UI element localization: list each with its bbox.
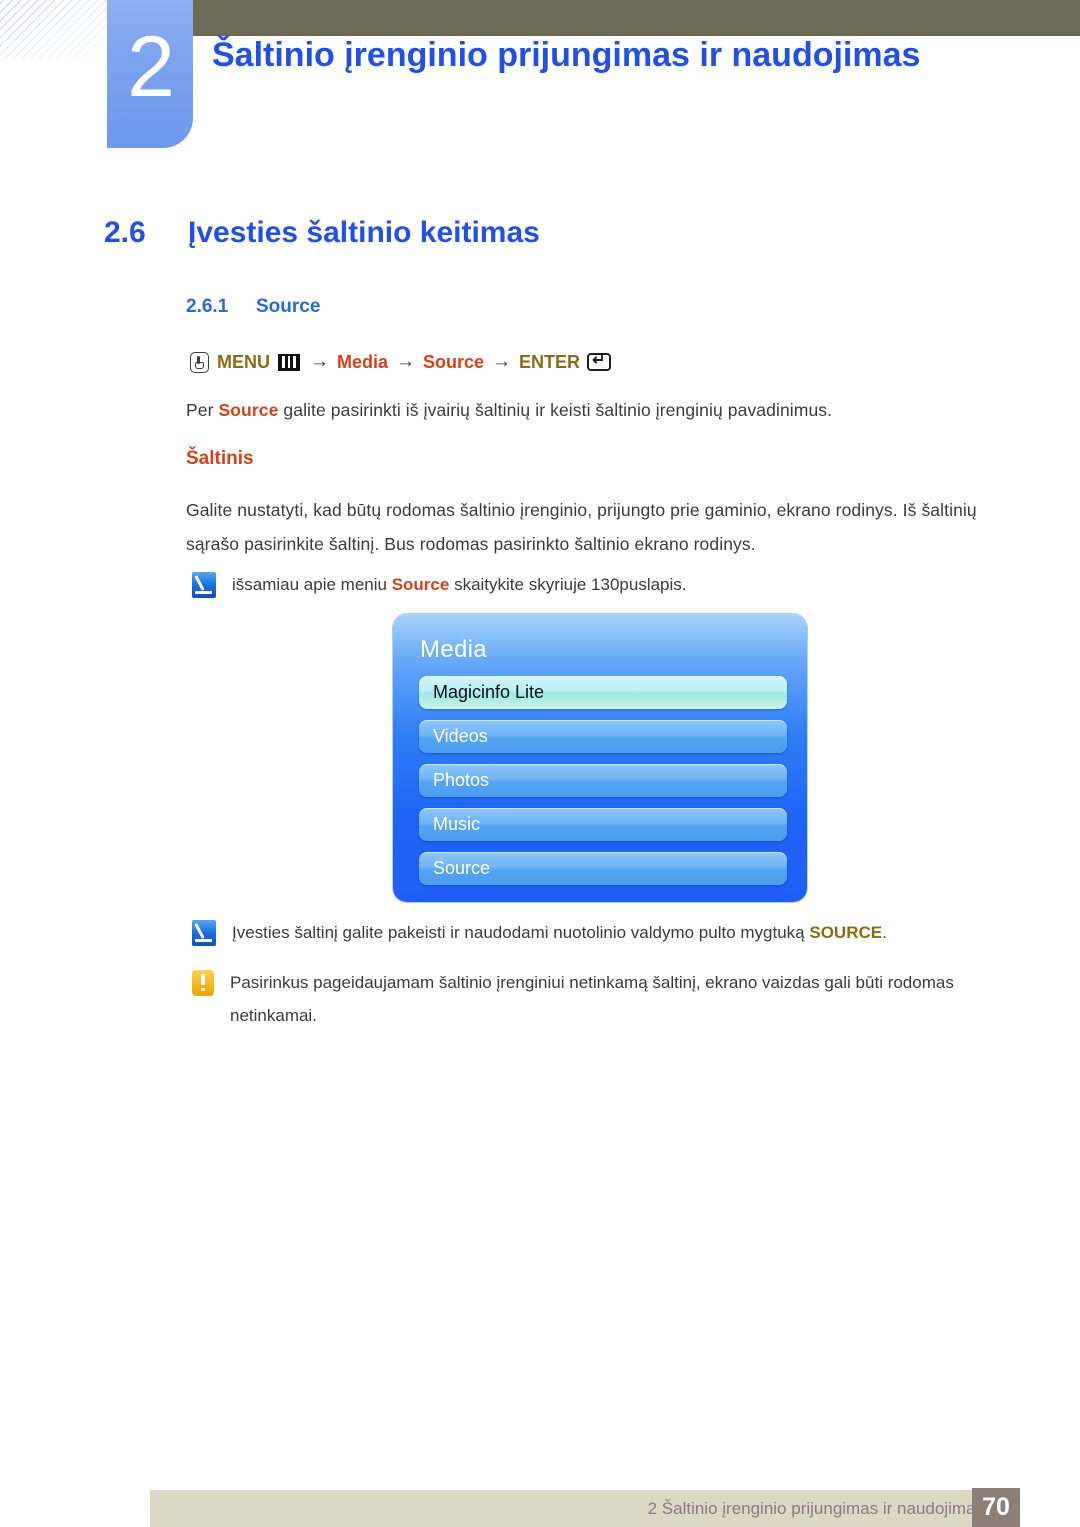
subsection-title: Source [256, 296, 321, 317]
note-text-post: skaitykite skyriuje 130puslapis. [449, 575, 687, 594]
path-arrow-1: → [310, 351, 329, 372]
path-arrow-2: → [396, 351, 416, 372]
note-text: išsamiau apie meniu Source skaitykite sk… [232, 568, 687, 601]
osd-item-magicinfo-lite[interactable]: Magicinfo Lite [419, 676, 787, 709]
section-title: Įvesties šaltinio keitimas [188, 216, 540, 249]
menu-navigation-path: MENU → Media → Source → ENTER [190, 350, 612, 373]
osd-item-photos[interactable]: Photos [419, 764, 787, 797]
osd-item-label: Music [433, 814, 481, 834]
hand-press-icon [190, 351, 209, 373]
intro-source-keyword: Source [218, 400, 279, 420]
enter-label: ENTER [519, 351, 581, 372]
osd-item-label: Photos [433, 770, 490, 790]
chapter-title: Šaltinio įrenginio prijungimas ir naudoj… [212, 36, 921, 74]
enter-key-icon [587, 350, 612, 371]
intro-text-pre: Per [186, 400, 219, 420]
subsection-heading: 2.6.1 Source [186, 296, 320, 318]
osd-item-source[interactable]: Source [419, 852, 787, 885]
pen-note-icon [192, 920, 216, 946]
footer-chapter-text: 2 Šaltinio įrenginio prijungimas ir naud… [647, 1499, 984, 1518]
menu-path-item-media: Media [337, 351, 389, 372]
note-text-pre: išsamiau apie meniu [232, 575, 392, 594]
note-highlight: Source [391, 575, 450, 594]
note-highlight: SOURCE [809, 923, 883, 942]
intro-paragraph: Per Source galite pasirinkti iš įvairių … [186, 393, 986, 427]
subsection-number: 2.6.1 [186, 296, 229, 317]
path-arrow-3: → [492, 351, 512, 372]
intro-text-post: galite pasirinkti iš įvairių šaltinių ir… [278, 400, 833, 420]
note-row: išsamiau apie meniu Source skaitykite sk… [192, 568, 992, 601]
note-text-pre: Įvesties šaltinį galite pakeisti ir naud… [232, 923, 810, 942]
note-row-warning: Pasirinkus pageidaujamam šaltinio įrengi… [192, 966, 967, 1032]
section-number: 2.6 [104, 216, 146, 249]
osd-item-label: Magicinfo Lite [433, 682, 545, 702]
section-heading: 2.6 Įvesties šaltinio keitimas [104, 216, 540, 250]
page-number-box: 70 [972, 1488, 1020, 1527]
osd-item-label: Source [433, 858, 491, 878]
main-paragraph: Galite nustatyti, kad būtų rodomas šalti… [186, 500, 977, 555]
menu-bars-icon [278, 353, 300, 371]
pen-note-icon [192, 572, 216, 598]
subheading-saltinis: Šaltinis [186, 448, 254, 469]
osd-media-panel: Media Magicinfo Lite Videos Photos Music… [393, 614, 807, 902]
osd-item-music[interactable]: Music [419, 808, 787, 841]
menu-label: MENU [217, 351, 270, 372]
header-olive-bar [193, 0, 1080, 36]
note-row: Įvesties šaltinį galite pakeisti ir naud… [192, 916, 992, 949]
note-text: Pasirinkus pageidaujamam šaltinio įrengi… [230, 973, 954, 1026]
osd-item-videos[interactable]: Videos [419, 720, 787, 753]
osd-panel-title: Media [420, 636, 487, 663]
menu-path-item-source: Source [423, 351, 485, 372]
decorative-hatch-pattern [0, 0, 108, 58]
warning-icon [192, 970, 214, 996]
note-text-post: . [882, 923, 887, 942]
note-text: Įvesties šaltinį galite pakeisti ir naud… [232, 916, 887, 949]
osd-item-label: Videos [433, 726, 488, 746]
chapter-number-tab: 2 [107, 0, 193, 148]
